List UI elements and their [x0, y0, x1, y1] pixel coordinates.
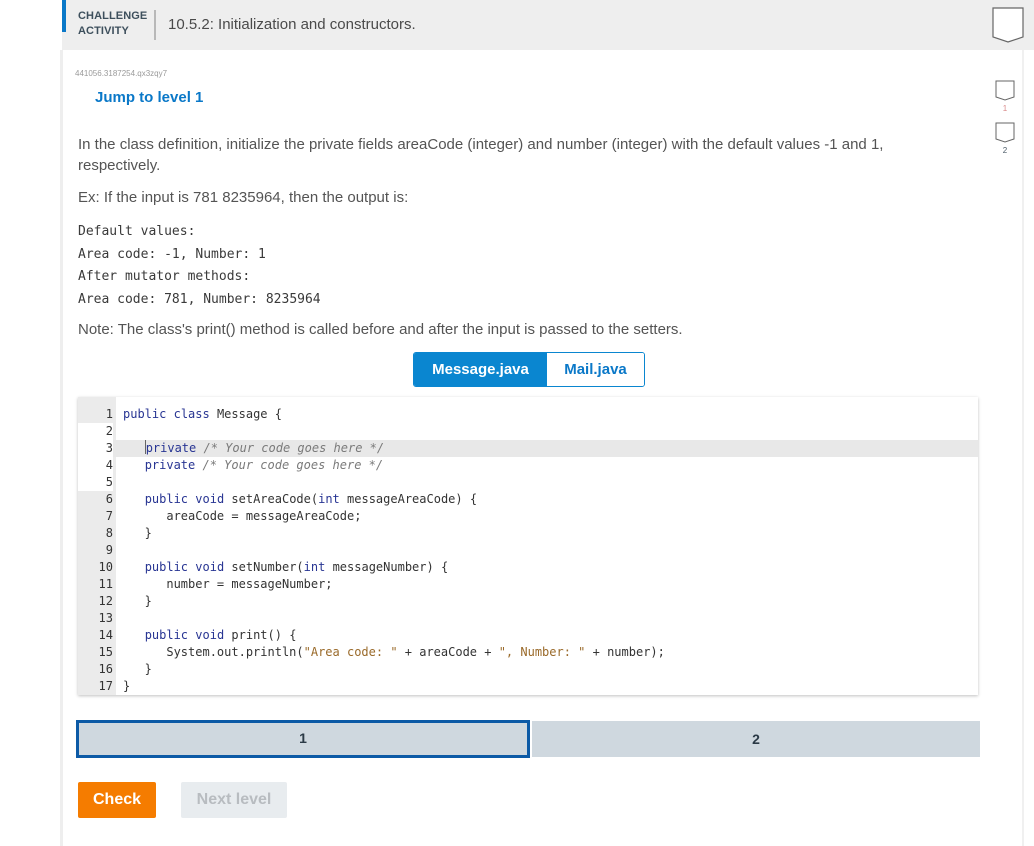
header-divider — [154, 10, 156, 40]
activity-type-line1: CHALLENGE — [78, 10, 148, 22]
example-intro: Ex: If the input is 781 8235964, then th… — [78, 189, 409, 206]
code-line[interactable]: 4 private /* Your code goes here */ — [78, 457, 978, 474]
code-text[interactable]: private /* Your code goes here */ — [123, 457, 383, 474]
code-line[interactable]: 2 — [78, 423, 978, 440]
code-text[interactable]: private /* Your code goes here */ — [123, 440, 384, 457]
completion-chevron-icon — [992, 7, 1024, 43]
level-indicator-2[interactable]: 2 — [994, 122, 1016, 164]
header-accent-bar — [62, 0, 66, 32]
note-text: Note: The class's print() method is call… — [78, 321, 683, 338]
file-tabs: Message.java Mail.java — [413, 352, 645, 387]
activity-header: CHALLENGE ACTIVITY 10.5.2: Initializatio… — [62, 0, 1034, 50]
example-output-line: Default values: — [78, 224, 196, 239]
code-line[interactable]: 5 — [78, 474, 978, 491]
level-indicator-label: 1 — [1002, 104, 1008, 113]
check-button[interactable]: Check — [78, 782, 156, 818]
code-line[interactable]: 9 — [78, 542, 978, 559]
left-border — [60, 50, 63, 846]
code-line[interactable]: 6 public void setAreaCode(int messageAre… — [78, 491, 978, 508]
code-text[interactable]: System.out.println("Area code: " + areaC… — [123, 644, 665, 661]
code-text[interactable]: public class Message { — [123, 406, 282, 423]
line-number: 5 — [78, 474, 113, 491]
level-segment-1[interactable]: 1 — [76, 720, 530, 758]
example-output: Default values: Area code: -1, Number: 1… — [78, 221, 321, 311]
line-number: 16 — [98, 662, 113, 676]
code-line[interactable]: 7 areaCode = messageAreaCode; — [78, 508, 978, 525]
line-number: 3 — [78, 440, 113, 457]
line-number: 17 — [98, 679, 113, 693]
line-number: 10 — [98, 560, 113, 574]
example-output-line: Area code: -1, Number: 1 — [78, 246, 266, 262]
line-number: 8 — [105, 526, 113, 540]
line-number: 13 — [98, 611, 113, 625]
tab-message-java[interactable]: Message.java — [414, 353, 547, 386]
activity-id: 441056.3187254.qx3zqy7 — [75, 69, 168, 78]
code-text[interactable]: } — [123, 593, 152, 610]
jump-to-level-link[interactable]: Jump to level 1 — [95, 89, 203, 106]
code-text[interactable]: } — [123, 525, 152, 542]
code-line[interactable]: 1 public class Message { — [78, 406, 978, 423]
code-text[interactable]: } — [123, 661, 152, 678]
line-number: 15 — [98, 645, 113, 659]
code-line[interactable]: 13 — [78, 610, 978, 627]
activity-type-line2: ACTIVITY — [78, 25, 129, 37]
level-navigation: 1 2 — [994, 80, 1016, 164]
code-line[interactable]: 11 number = messageNumber; — [78, 576, 978, 593]
line-number: 4 — [78, 457, 113, 474]
example-output-line: After mutator methods: — [78, 269, 251, 284]
next-level-button[interactable]: Next level — [181, 782, 287, 818]
instructions-text: In the class definition, initialize the … — [78, 136, 884, 174]
code-text[interactable]: number = messageNumber; — [123, 576, 332, 593]
activity-title: 10.5.2: Initialization and constructors. — [168, 16, 416, 33]
code-line[interactable]: 17} — [78, 678, 978, 695]
line-number: 9 — [105, 543, 113, 557]
tab-mail-java[interactable]: Mail.java — [547, 353, 644, 386]
code-line[interactable]: 16 } — [78, 661, 978, 678]
level-indicator-1[interactable]: 1 — [994, 80, 1016, 122]
level-chevron-icon — [995, 122, 1015, 143]
code-editor[interactable]: 1 public class Message { 2 3 private /* You… — [78, 397, 978, 695]
code-line[interactable]: 8 } — [78, 525, 978, 542]
level-indicator-label: 2 — [1002, 146, 1008, 155]
code-text[interactable]: areaCode = messageAreaCode; — [123, 508, 361, 525]
level-progress-bar: 1 2 — [76, 720, 980, 758]
line-number: 11 — [98, 577, 113, 591]
code-text[interactable]: public void setNumber(int messageNumber)… — [123, 559, 449, 576]
example-output-line: Area code: 781, Number: 8235964 — [78, 291, 321, 307]
code-line[interactable]: 12 } — [78, 593, 978, 610]
code-text[interactable]: public void setAreaCode(int messageAreaC… — [123, 491, 477, 508]
code-line[interactable]: 14 public void print() { — [78, 627, 978, 644]
line-number: 6 — [105, 492, 113, 506]
line-number: 12 — [98, 594, 113, 608]
level-segment-2[interactable]: 2 — [532, 721, 980, 757]
line-number: 2 — [78, 423, 113, 440]
code-lines[interactable]: 1 public class Message { 2 3 private /* You… — [78, 406, 978, 695]
line-number: 1 — [105, 407, 113, 421]
code-line[interactable]: 15 System.out.println("Area code: " + ar… — [78, 644, 978, 661]
code-text[interactable]: public void print() { — [123, 627, 297, 644]
level-chevron-icon — [995, 80, 1015, 101]
line-number: 14 — [98, 628, 113, 642]
code-line[interactable]: 3 private /* Your code goes here */ — [78, 440, 978, 457]
activity-type-label: CHALLENGE ACTIVITY — [78, 9, 147, 39]
right-border — [1022, 50, 1024, 846]
line-number: 7 — [105, 509, 113, 523]
code-line[interactable]: 10 public void setNumber(int messageNumb… — [78, 559, 978, 576]
code-text[interactable]: } — [123, 678, 130, 695]
